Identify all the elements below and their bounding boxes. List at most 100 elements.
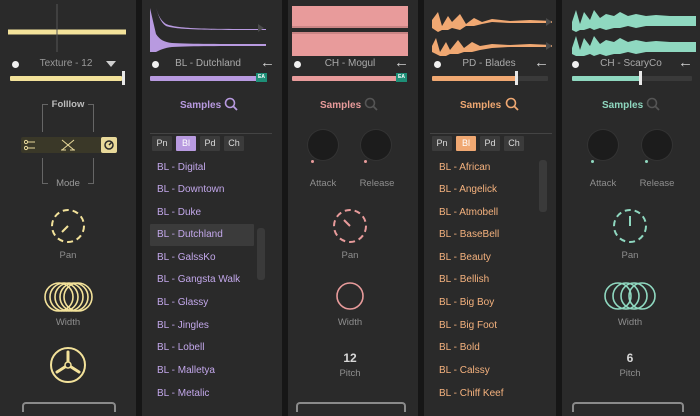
list-item[interactable]: BL - Calssy: [432, 360, 490, 382]
volume-bar[interactable]: [10, 76, 122, 81]
mode-label: Mode: [48, 178, 88, 189]
list-item[interactable]: BL - Gangsta Walk: [150, 269, 240, 291]
sample-name[interactable]: CH - Mogul: [308, 58, 392, 69]
list-item[interactable]: BL - African: [432, 157, 490, 179]
attack-knob[interactable]: [588, 130, 618, 160]
category-tabs-row: Pn Bl Pd Ch: [152, 136, 244, 151]
list-item[interactable]: BL - Duke: [150, 202, 201, 224]
play-indicator[interactable]: [434, 61, 441, 68]
back-arrow-icon[interactable]: ←: [678, 55, 693, 70]
scaryco-panel: CH - ScaryCo ← Samples Attack Release Pa…: [562, 0, 700, 416]
volume-handle[interactable]: [639, 71, 642, 85]
list-item[interactable]: BL - Lobell: [150, 337, 204, 359]
search-icon[interactable]: [224, 97, 238, 111]
play-indicator[interactable]: [152, 61, 159, 68]
follow-label: Folllow: [48, 99, 88, 110]
samples-label: Samples: [460, 100, 502, 111]
width-control[interactable]: [334, 280, 366, 312]
scrollbar[interactable]: [539, 160, 547, 212]
play-indicator[interactable]: [294, 61, 301, 68]
width-control[interactable]: [602, 280, 658, 312]
list-item[interactable]: BL - BaseBell: [432, 224, 499, 246]
list-item-selected[interactable]: BL - Dutchland: [150, 224, 254, 246]
waveform-display: [572, 10, 696, 56]
search-icon[interactable]: [364, 97, 378, 111]
list-item[interactable]: BL - Glassy: [150, 292, 208, 314]
volume-bar[interactable]: [292, 76, 404, 81]
list-item[interactable]: BL - Beauty: [432, 247, 491, 269]
pan-knob[interactable]: [48, 206, 88, 246]
volume-handle[interactable]: [515, 71, 518, 85]
badge: EA: [396, 73, 407, 82]
footer-bracket: [572, 402, 684, 412]
cross-icon[interactable]: [61, 139, 75, 151]
dutchland-panel: BL - Dutchland ← EA Samples Pn Bl Pd Ch …: [142, 0, 282, 416]
tab-bl[interactable]: Bl: [176, 136, 196, 151]
scrollbar[interactable]: [257, 228, 265, 280]
list-item[interactable]: BL - Jingles: [150, 315, 209, 337]
route-icon[interactable]: [24, 139, 36, 151]
volume-handle[interactable]: [122, 71, 125, 85]
list-item[interactable]: BL - GalssKo: [150, 247, 216, 269]
attack-knob[interactable]: [308, 130, 338, 160]
category-tabs-row: Pn Bl Pd Ch: [432, 136, 524, 151]
list-item[interactable]: BL - Angelick: [432, 179, 497, 201]
pan-label: Pan: [59, 250, 77, 261]
pan-knob[interactable]: [610, 206, 650, 246]
sample-name[interactable]: CH - ScaryCo: [586, 58, 676, 69]
pan-knob[interactable]: [330, 206, 370, 246]
play-indicator[interactable]: [12, 61, 19, 68]
texture-panel: Texture - 12 Folllow Mode Pan Width: [0, 0, 136, 416]
attack-indicator: [311, 160, 314, 163]
volume-bar[interactable]: [572, 76, 640, 81]
list-item[interactable]: BL - Downtown: [150, 179, 224, 201]
list-item[interactable]: BL - Metalic: [150, 383, 209, 405]
back-arrow-icon[interactable]: ←: [260, 55, 275, 70]
release-knob[interactable]: [361, 130, 391, 160]
width-label: Width: [55, 317, 81, 328]
list-item[interactable]: BL - Bellish: [432, 269, 489, 291]
tab-pn[interactable]: Pn: [152, 136, 172, 151]
sample-name[interactable]: PD - Blades: [448, 58, 530, 69]
back-arrow-icon[interactable]: ←: [394, 55, 409, 70]
footer-bracket: [22, 402, 116, 412]
waveform-display: [150, 8, 266, 52]
list-item[interactable]: BL - Chiff Keef: [432, 383, 503, 405]
tab-ch[interactable]: Ch: [504, 136, 524, 151]
samples-label: Samples: [180, 100, 222, 111]
width-label: Width: [337, 317, 363, 328]
width-control[interactable]: [42, 280, 94, 314]
tab-pd[interactable]: Pd: [480, 136, 500, 151]
samples-label: Samples: [320, 100, 362, 111]
sample-name[interactable]: BL - Dutchland: [166, 58, 250, 69]
pan-label: Pan: [341, 250, 359, 261]
release-label: Release: [639, 178, 675, 189]
release-indicator: [364, 160, 367, 163]
tab-pd[interactable]: Pd: [200, 136, 220, 151]
list-item[interactable]: BL - Big Boy: [432, 292, 494, 314]
back-arrow-icon[interactable]: ←: [534, 55, 549, 70]
dropdown-arrow-icon[interactable]: [106, 61, 116, 67]
volume-bar[interactable]: [150, 76, 266, 81]
pitch-value[interactable]: 12: [330, 351, 370, 365]
list-item[interactable]: BL - Big Foot: [432, 315, 497, 337]
search-icon[interactable]: [646, 97, 660, 111]
list-item[interactable]: BL - Bold: [432, 337, 480, 359]
tab-bl[interactable]: Bl: [456, 136, 476, 151]
list-item[interactable]: BL - Digital: [150, 157, 206, 179]
volume-bar[interactable]: [432, 76, 516, 81]
pitch-label: Pitch: [339, 368, 361, 379]
attack-label: Attack: [309, 178, 337, 189]
attack-label: Attack: [589, 178, 617, 189]
list-item[interactable]: BL - Malletya: [150, 360, 215, 382]
volume-bar-rest: [640, 76, 692, 81]
search-icon[interactable]: [505, 97, 519, 111]
pitch-value[interactable]: 6: [610, 351, 650, 365]
release-knob[interactable]: [642, 130, 672, 160]
tab-ch[interactable]: Ch: [224, 136, 244, 151]
tab-pn[interactable]: Pn: [432, 136, 452, 151]
play-indicator[interactable]: [572, 61, 579, 68]
sample-name[interactable]: Texture - 12: [22, 58, 110, 69]
propeller-icon[interactable]: [48, 345, 88, 385]
list-item[interactable]: BL - Atmobell: [432, 202, 498, 224]
